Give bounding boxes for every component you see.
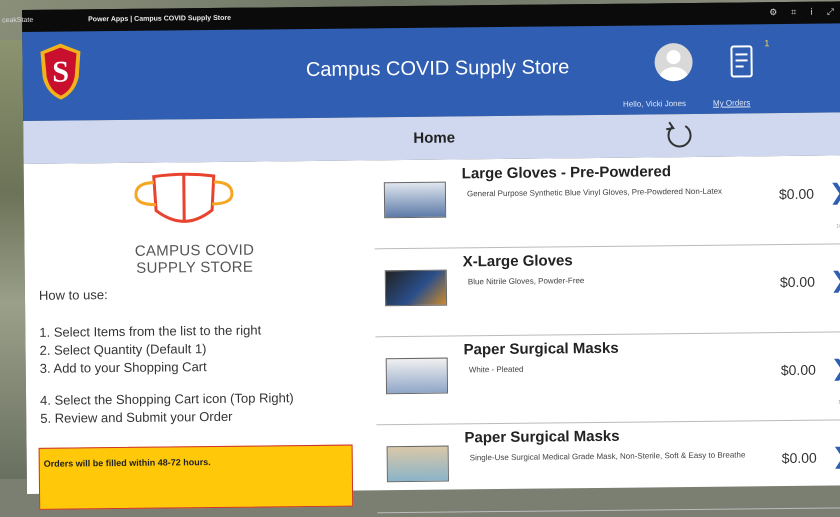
orders-count-badge: 1 xyxy=(764,38,769,48)
product-description: General Purpose Synthetic Blue Vinyl Glo… xyxy=(467,186,767,199)
page-title: Home xyxy=(413,129,455,146)
fulfillment-notice: Orders will be filled within 48-72 hours… xyxy=(39,445,354,510)
product-thumbnail xyxy=(385,270,447,307)
product-code: 10039 xyxy=(836,223,840,229)
product-row[interactable]: Paper Surgical Masks Single-Use Surgical… xyxy=(376,419,840,513)
product-name: Paper Surgical Masks xyxy=(464,428,619,447)
step-5: 5. Review and Submit your Order xyxy=(40,407,294,428)
main-content: CAMPUS COVID SUPPLY STORE How to use: 1.… xyxy=(24,155,840,494)
app-header: S Campus COVID Supply Store Hello, Vicki… xyxy=(22,23,840,121)
product-price: $0.00 xyxy=(781,362,816,378)
face-mask-logo xyxy=(124,170,245,233)
how-to-heading: How to use: xyxy=(39,287,108,303)
brand-line-2: SUPPLY STORE xyxy=(85,258,305,277)
product-row[interactable]: X-Large Gloves Blue Nitrile Gloves, Powd… xyxy=(375,243,840,337)
info-icon[interactable]: ⅰ xyxy=(810,7,813,18)
fullscreen-icon[interactable]: ⤢ xyxy=(827,6,834,17)
product-description: Blue Nitrile Gloves, Powder-Free xyxy=(468,274,768,287)
instruction-steps: 1. Select Items from the list to the rig… xyxy=(39,321,294,428)
product-thumbnail xyxy=(384,182,446,219)
product-description: White - Pleated xyxy=(469,362,769,375)
chevron-right-icon[interactable]: ❯ xyxy=(829,179,840,205)
chevron-right-icon[interactable]: ❯ xyxy=(830,267,840,293)
chevron-right-icon[interactable]: ❯ xyxy=(832,443,840,469)
title-bar-icons: ⚙ ⌗ ⅰ ⤢ xyxy=(769,6,834,18)
step-4: 4. Select the Shopping Cart icon (Top Ri… xyxy=(40,389,294,410)
product-price: $0.00 xyxy=(780,274,815,290)
product-thumbnail xyxy=(386,358,448,395)
my-orders-link[interactable]: My Orders xyxy=(713,98,750,107)
product-thumbnail xyxy=(387,446,449,483)
grid-icon[interactable]: ⌗ xyxy=(791,7,796,18)
fulfillment-notice-text: Orders will be filled within 48-72 hours… xyxy=(44,457,211,469)
product-name: Paper Surgical Masks xyxy=(463,340,618,359)
product-name: Large Gloves - Pre-Powdered xyxy=(462,163,671,182)
refresh-icon[interactable] xyxy=(663,118,693,152)
chevron-right-icon[interactable]: ❯ xyxy=(831,355,840,381)
product-list: Large Gloves - Pre-Powdered General Purp… xyxy=(374,155,840,490)
product-name: X-Large Gloves xyxy=(463,252,573,270)
app-name: Campus COVID Supply Store xyxy=(23,53,840,85)
instructions-panel: CAMPUS COVID SUPPLY STORE How to use: 1.… xyxy=(24,160,367,494)
title-bar-edge-text: ceakState xyxy=(2,17,33,24)
user-avatar-icon[interactable] xyxy=(654,43,692,81)
settings-icon[interactable]: ⚙ xyxy=(769,7,777,18)
app-window: ceakState Power Apps | Campus COVID Supp… xyxy=(22,1,840,490)
window-title: Power Apps | Campus COVID Supply Store xyxy=(88,15,231,23)
product-description: Single-Use Surgical Medical Grade Mask, … xyxy=(470,450,770,463)
orders-receipt-icon[interactable] xyxy=(728,44,754,78)
product-price: $0.00 xyxy=(782,450,817,466)
product-row[interactable]: Large Gloves - Pre-Powdered General Purp… xyxy=(374,155,840,249)
user-greeting: Hello, Vicki Jones xyxy=(623,99,686,109)
step-1: 1. Select Items from the list to the rig… xyxy=(39,321,293,342)
product-row[interactable]: Paper Surgical Masks White - Pleated $0.… xyxy=(375,331,840,425)
product-price: $0.00 xyxy=(779,186,814,202)
